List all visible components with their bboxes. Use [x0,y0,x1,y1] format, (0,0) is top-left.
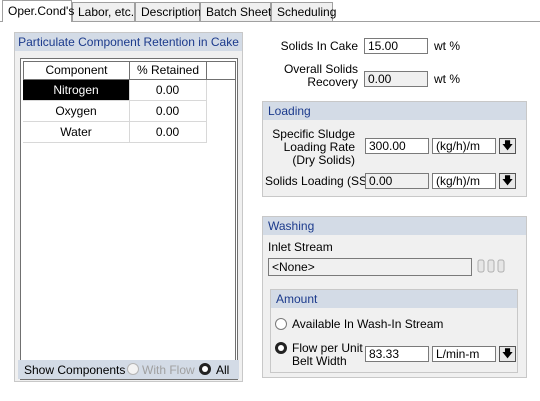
overall-recovery-label-2: Recovery [307,75,358,89]
available-label[interactable]: Available In Wash-In Stream [292,317,443,331]
show-components-label: Show Components [24,363,126,377]
solids-in-cake-input[interactable]: 15.00 [364,38,428,54]
ss-loading-unit-select[interactable]: (kg/h)/m [432,173,496,189]
all-label[interactable]: All [216,363,229,377]
tab-labor[interactable]: Labor, etc. [72,2,135,21]
tab-description[interactable]: Description [135,2,201,21]
retained-cell[interactable]: 0.00 [129,101,207,122]
component-cell[interactable]: Water [23,122,130,143]
retention-grid[interactable]: Component % Retained Nitrogen 0.00 Oxyge… [20,58,238,380]
flow-per-width-label-1[interactable]: Flow per Unit [292,341,363,355]
sludge-rate-label-2: Loading Rate [283,140,355,154]
tab-batch-sheet[interactable]: Batch Sheet [200,2,271,21]
washing-title: Washing [263,217,526,235]
inlet-stream-label: Inlet Stream [268,240,333,254]
overall-recovery-label-1: Overall Solids [283,62,358,76]
sludge-rate-label-1: Specific Sludge [272,127,355,141]
retention-panel-title: Particulate Component Retention in Cake [15,33,242,51]
retention-panel: Particulate Component Retention in Cake … [14,32,243,382]
tab-bar: Oper.Cond's Labor, etc. Description Batc… [0,0,540,22]
solids-in-cake-unit: wt % [434,39,461,53]
component-cell[interactable]: Oxygen [23,101,130,122]
sludge-rate-input[interactable]: 300.00 [365,138,429,154]
down-arrow-icon[interactable]: 🡇 [499,138,516,154]
all-radio[interactable] [199,363,211,375]
sludge-rate-unit-select[interactable]: (kg/h)/m [432,138,496,154]
amount-title: Amount [271,290,517,308]
column-header-blank [206,61,236,80]
ss-loading-value: 0.00 [365,173,429,189]
loading-group: Loading Specific Sludge Loading Rate (Dr… [262,101,527,197]
flow-per-width-input[interactable]: 83.33 [365,346,429,362]
column-header-component[interactable]: Component [23,61,130,80]
tab-scheduling[interactable]: Scheduling [271,2,336,21]
show-components-bar: Show Components With Flow All [18,360,239,379]
flow-unit-select[interactable]: L/min-m [432,346,496,362]
with-flow-label[interactable]: With Flow [142,363,195,377]
available-radio[interactable] [275,318,287,330]
overall-recovery-unit: wt % [434,72,461,86]
flow-per-width-label-2[interactable]: Belt Width [292,354,347,368]
stream-tubes-icon[interactable] [477,259,507,275]
component-cell[interactable]: Nitrogen [23,80,130,101]
amount-group: Amount Available In Wash-In Stream Flow … [270,289,518,373]
inlet-stream-value: <None> [268,258,472,276]
tab-oper-conds[interactable]: Oper.Cond's [2,0,74,22]
retained-cell[interactable]: 0.00 [129,80,207,101]
sludge-rate-label-3: (Dry Solids) [292,153,355,167]
washing-group: Washing Inlet Stream <None> Amount Avail… [262,216,527,378]
with-flow-radio[interactable] [127,363,139,375]
tab-bar-line [0,21,540,22]
retained-cell[interactable]: 0.00 [129,122,207,143]
grid-right-border [235,61,236,361]
down-arrow-icon[interactable]: 🡇 [499,173,516,189]
flow-per-width-radio[interactable] [275,342,287,354]
down-arrow-icon[interactable]: 🡇 [499,346,516,362]
solids-in-cake-label: Solids In Cake [280,39,358,53]
ss-loading-label: Solids Loading (SS) [265,174,372,188]
overall-recovery-value: 0.00 [364,71,428,87]
column-header-retained[interactable]: % Retained [129,61,207,80]
loading-title: Loading [263,102,526,120]
